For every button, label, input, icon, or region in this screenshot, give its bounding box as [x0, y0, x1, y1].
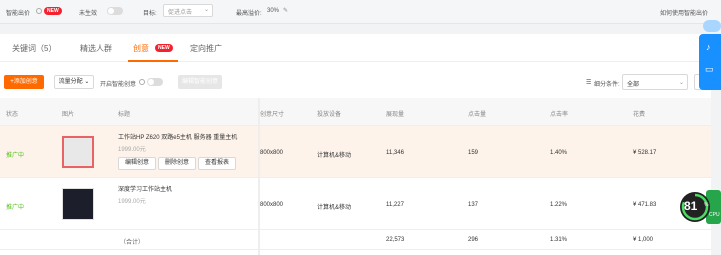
- total-label: （合计）: [120, 240, 145, 246]
- creative-price: 1999.00元: [118, 199, 146, 205]
- info-icon[interactable]: [36, 8, 42, 14]
- filter-icon: ☰: [586, 80, 592, 86]
- creative-title[interactable]: 工作站HP Z620 双路e5主机 服务器 重量主机: [118, 132, 237, 141]
- status-text: 推广中: [6, 153, 25, 159]
- col-device: 投放设备: [317, 112, 342, 118]
- gauge-label: CPU: [709, 212, 720, 218]
- ctr-value: 1.22%: [550, 202, 568, 208]
- cost-value: ¥ 528.17: [633, 150, 657, 156]
- column-divider: [258, 98, 260, 255]
- smart-bid-label: 智能出价: [6, 11, 31, 17]
- add-creative-button[interactable]: +添加创意: [4, 75, 44, 89]
- smart-creative-toggle[interactable]: [147, 78, 163, 86]
- page: 智能出价 NEW 未生效 目标: 促进点击 ⌄ 最高溢价: 30% ✎ 如何使用…: [0, 0, 721, 255]
- chevron-down-icon: ⌄: [203, 7, 209, 13]
- total-row: （合计） 22,573 296 1.31% ¥ 1,000: [0, 230, 711, 250]
- tab-creative[interactable]: 创意: [133, 43, 149, 54]
- col-image: 图片: [62, 112, 75, 118]
- floating-toolbar: ♪ ▭: [699, 34, 721, 90]
- col-clicks: 点击量: [468, 112, 487, 118]
- chevron-down-icon: ⌄: [678, 80, 684, 86]
- total-ctr: 1.31%: [550, 237, 568, 243]
- creative-size: 800x800: [260, 202, 284, 208]
- product-thumbnail[interactable]: [62, 188, 94, 220]
- clicks-value: 137: [468, 202, 479, 208]
- creative-price: 1999.00元: [118, 147, 146, 153]
- tab-audience[interactable]: 精选人群: [80, 43, 112, 54]
- chevron-down-icon: ⌄: [84, 79, 90, 85]
- creative-device: 计算机&移动: [317, 153, 352, 159]
- total-cost: ¥ 1,000: [633, 237, 654, 243]
- col-status: 状态: [6, 112, 19, 118]
- col-ctr: 点击率: [550, 112, 569, 118]
- edit-smart-creative-button[interactable]: 编辑智能创意: [178, 75, 222, 89]
- max-premium-value: 30%: [267, 8, 280, 14]
- message-icon[interactable]: ▭: [705, 64, 714, 75]
- gauge-value: 81: [684, 199, 698, 213]
- detail-select[interactable]: 全部 ⌄: [622, 74, 688, 90]
- impressions-value: 11,227: [386, 202, 404, 208]
- creative-device: 计算机&移动: [317, 205, 352, 211]
- impressions-value: 11,346: [386, 150, 404, 156]
- status-text: 未生效: [79, 11, 98, 17]
- detail-select-value: 全部: [627, 82, 640, 88]
- traffic-alloc-label: 流量分配: [58, 79, 83, 85]
- target-select-value: 促进点击: [168, 10, 193, 16]
- view-report-button[interactable]: 查看报表: [198, 157, 236, 170]
- detail-cond-label: 细分条件:: [594, 82, 620, 88]
- col-title: 标题: [118, 112, 131, 118]
- gauge-unit: %: [704, 202, 709, 208]
- edit-creative-button[interactable]: 编辑创意: [118, 157, 156, 170]
- total-clicks: 296: [468, 237, 479, 243]
- bell-icon[interactable]: ♪: [706, 42, 711, 52]
- target-label: 目标:: [143, 11, 157, 17]
- table-header: 状态 图片 标题 创意尺寸 投放设备 展现量 点击量 点击率 花费: [0, 98, 711, 126]
- status-text: 推广中: [6, 205, 25, 211]
- tab-bar: 关键词（5） 精选人群 创意 NEW 定向推广: [0, 34, 711, 62]
- max-premium-label: 最高溢价:: [236, 11, 262, 17]
- edit-icon[interactable]: ✎: [283, 7, 288, 14]
- cloud-icon: [703, 20, 721, 32]
- table-row[interactable]: 推广中 工作站HP Z620 双路e5主机 服务器 重量主机 1999.00元 …: [0, 126, 711, 178]
- col-impressions: 展现量: [386, 112, 405, 118]
- col-size: 创意尺寸: [260, 112, 285, 118]
- ctr-value: 1.40%: [550, 150, 568, 156]
- tab-new-badge: NEW: [155, 44, 173, 52]
- smart-bid-bar: 智能出价 NEW 未生效 目标: 促进点击 ⌄ 最高溢价: 30% ✎ 如何使用…: [0, 0, 721, 24]
- product-thumbnail[interactable]: [62, 136, 94, 168]
- total-impressions: 22,573: [386, 237, 405, 243]
- smart-bid-toggle[interactable]: [107, 7, 123, 15]
- toolbar: +添加创意 流量分配 ⌄ 开启智能创意 编辑智能创意 ☰ 细分条件: 全部 ⌄: [0, 62, 711, 98]
- delete-creative-button[interactable]: 删除创意: [158, 157, 196, 170]
- creative-size: 800x800: [260, 150, 284, 156]
- creative-title[interactable]: 深度学习工作站主机: [118, 184, 172, 193]
- traffic-alloc-button[interactable]: 流量分配 ⌄: [54, 75, 94, 89]
- info-icon[interactable]: [139, 79, 145, 85]
- smart-creative-label: 开启智能创意: [100, 82, 137, 88]
- target-select[interactable]: 促进点击 ⌄: [163, 4, 213, 17]
- help-link[interactable]: 如何使用智能出价: [660, 8, 708, 17]
- table-row[interactable]: 推广中 深度学习工作站主机 1999.00元 800x800 计算机&移动 11…: [0, 178, 711, 230]
- creative-table: 状态 图片 标题 创意尺寸 投放设备 展现量 点击量 点击率 花费 推广中 工作…: [0, 98, 711, 255]
- new-badge: NEW: [44, 7, 62, 15]
- cost-value: ¥ 471.83: [633, 202, 657, 208]
- clicks-value: 159: [468, 150, 479, 156]
- cpu-gauge[interactable]: 81 % CPU: [678, 190, 721, 224]
- tab-targeting[interactable]: 定向推广: [190, 43, 222, 54]
- tab-keywords[interactable]: 关键词（5）: [12, 43, 56, 54]
- col-cost: 花费: [633, 112, 646, 118]
